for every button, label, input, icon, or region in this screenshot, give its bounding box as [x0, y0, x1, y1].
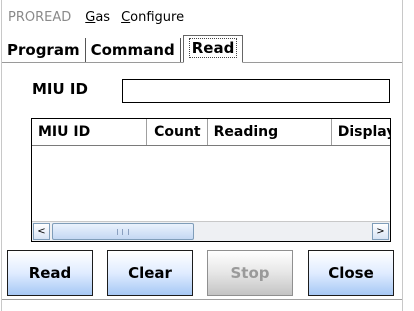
tab-command[interactable]: Command: [86, 38, 181, 62]
app-title: PROREAD: [8, 9, 72, 25]
horizontal-scrollbar[interactable]: < >: [32, 221, 390, 241]
menu-configure[interactable]: Configure: [121, 10, 184, 25]
close-button[interactable]: Close: [308, 250, 394, 296]
column-header-display[interactable]: Display: [332, 119, 390, 145]
list-header: MIU ID Count Reading Display: [32, 119, 390, 146]
menu-gas[interactable]: Gas: [85, 10, 110, 25]
miu-id-label: MIU ID: [32, 80, 88, 98]
tab-program[interactable]: Program: [2, 38, 86, 62]
menu-gas-label: as: [95, 9, 111, 25]
column-header-count[interactable]: Count: [147, 119, 208, 145]
tab-strip: Program Command Read: [2, 34, 402, 63]
menu-gas-mnemonic: G: [85, 9, 96, 25]
scroll-left-button[interactable]: <: [33, 223, 50, 240]
tab-read-label: Read: [188, 38, 238, 58]
list-body[interactable]: [32, 146, 390, 221]
clear-button[interactable]: Clear: [107, 250, 193, 296]
scroll-right-arrow-icon: >: [376, 226, 385, 237]
column-header-reading[interactable]: Reading: [208, 119, 332, 145]
scroll-right-button[interactable]: >: [372, 223, 389, 240]
readings-list[interactable]: MIU ID Count Reading Display < >: [31, 118, 391, 242]
miu-id-input[interactable]: [122, 79, 390, 103]
read-button[interactable]: Read: [7, 250, 93, 296]
divider: [2, 299, 402, 300]
menu-configure-label: onfigure: [130, 9, 185, 25]
app-window: PROREAD Gas Configure Program Command Re…: [1, 0, 403, 311]
scroll-left-arrow-icon: <: [37, 226, 46, 237]
tab-read[interactable]: Read: [182, 35, 244, 63]
stop-button: Stop: [207, 250, 293, 296]
menu-bar: PROREAD Gas Configure: [2, 0, 402, 34]
scroll-thumb[interactable]: [52, 223, 194, 240]
button-bar: Read Clear Stop Close: [2, 250, 402, 298]
menu-configure-mnemonic: C: [121, 9, 131, 25]
column-header-miu-id[interactable]: MIU ID: [32, 119, 148, 145]
grip-icon: [117, 229, 129, 235]
